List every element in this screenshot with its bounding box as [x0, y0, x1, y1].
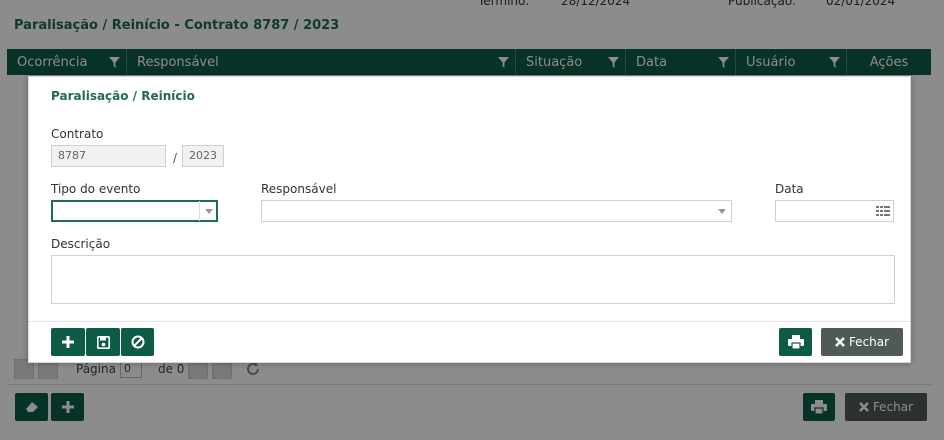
plus-icon: [62, 336, 74, 348]
descricao-textarea[interactable]: [51, 255, 895, 304]
close-icon: [835, 337, 845, 347]
modal-footer-divider: [29, 321, 910, 322]
chevron-down-icon[interactable]: [199, 201, 217, 221]
modal-title: Paralisação / Reinício: [51, 89, 195, 103]
contrato-number-field: 8787: [51, 145, 166, 167]
add-button[interactable]: [51, 328, 85, 356]
cancel-button[interactable]: [121, 328, 154, 356]
chevron-down-icon[interactable]: [713, 201, 731, 221]
responsavel-select[interactable]: [261, 200, 732, 222]
save-button[interactable]: [86, 328, 120, 356]
data-label: Data: [775, 182, 804, 196]
responsavel-label: Responsável: [261, 182, 337, 196]
contrato-year-field: 2023: [182, 145, 224, 167]
tipo-evento-select[interactable]: [51, 200, 218, 222]
save-icon: [96, 335, 110, 349]
calendar-icon[interactable]: [876, 204, 890, 218]
paralisacao-modal: Paralisação / Reinício Contrato 8787 / 2…: [28, 76, 911, 363]
close-button[interactable]: Fechar: [821, 328, 903, 356]
contrato-separator: /: [173, 151, 178, 165]
close-label: Fechar: [848, 335, 890, 349]
descricao-label: Descrição: [51, 237, 111, 251]
cancel-icon: [131, 335, 144, 349]
contrato-label: Contrato: [51, 127, 104, 141]
data-field[interactable]: [775, 200, 894, 222]
tipo-evento-label: Tipo do evento: [51, 182, 141, 196]
print-button[interactable]: [779, 328, 812, 356]
print-icon: [787, 335, 804, 349]
